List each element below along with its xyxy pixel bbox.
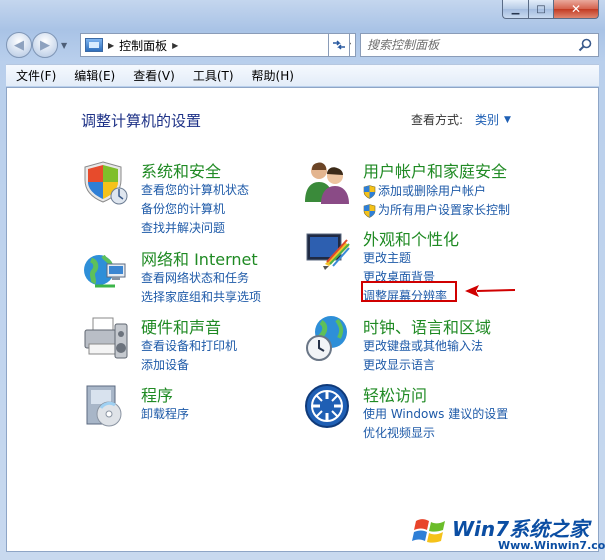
link-change-theme[interactable]: 更改主题 — [363, 250, 447, 269]
minimize-button[interactable]: ▁ — [502, 0, 528, 19]
window-frame: ▁ □ ✕ ◀ ▶ ▼ ▶ 控制面板 ▶ ▼ — [0, 0, 605, 560]
chevron-down-icon: ▼ — [504, 114, 511, 125]
link-windows-suggested-settings[interactable]: 使用 Windows 建议的设置 — [363, 406, 508, 425]
breadcrumb-control-panel[interactable]: 控制面板 — [119, 37, 167, 54]
uac-shield-icon — [363, 184, 376, 199]
menu-tools[interactable]: 工具(T) — [183, 67, 242, 84]
minimize-icon: ▁ — [511, 3, 520, 15]
control-panel-content: 调整计算机的设置 查看方式: 类别 ▼ 系统和安全 查看您的计算机状态 备份您的… — [6, 87, 599, 552]
link-add-remove-user[interactable]: 添加或删除用户帐户 — [363, 182, 510, 201]
refresh-icon — [333, 40, 345, 50]
view-by-dropdown[interactable]: 类别 ▼ — [475, 111, 511, 128]
back-arrow-icon: ◀ — [14, 37, 24, 53]
address-bar[interactable]: ▶ 控制面板 ▶ ▼ — [80, 33, 356, 57]
search-icon[interactable] — [578, 38, 592, 52]
category-title-network-internet[interactable]: 网络和 Internet — [141, 246, 258, 270]
category-title-programs[interactable]: 程序 — [141, 382, 173, 406]
category-title-clock-language-region[interactable]: 时钟、语言和区域 — [363, 314, 491, 338]
link-change-display-language[interactable]: 更改显示语言 — [363, 357, 483, 376]
ease-of-access-icon — [305, 384, 349, 428]
watermark: Win7系统之家 Www.Winwin7.com — [412, 509, 605, 557]
link-parental-controls[interactable]: 为所有用户设置家长控制 — [363, 201, 510, 220]
forward-button[interactable]: ▶ — [32, 32, 58, 58]
users-icon — [305, 162, 349, 204]
link-view-computer-status[interactable]: 查看您的计算机状态 — [141, 182, 249, 201]
appearance-icon — [306, 233, 350, 270]
breadcrumb-chevron-right-icon[interactable]: ▶ — [108, 41, 114, 50]
watermark-title: Win7系统之家 — [452, 517, 590, 541]
category-title-system-security[interactable]: 系统和安全 — [141, 158, 221, 182]
navigation-bar: ◀ ▶ ▼ ▶ 控制面板 ▶ ▼ — [6, 30, 599, 60]
link-add-remove-user-label: 添加或删除用户帐户 — [378, 184, 487, 198]
menu-view[interactable]: 查看(V) — [123, 67, 183, 84]
link-optimize-video-display[interactable]: 优化视频显示 — [363, 425, 508, 444]
view-by-value: 类别 — [475, 113, 500, 127]
link-devices-printers[interactable]: 查看设备和打印机 — [141, 338, 237, 357]
printer-icon — [84, 317, 128, 359]
maximize-icon: □ — [536, 3, 546, 15]
link-backup-computer[interactable]: 备份您的计算机 — [141, 201, 249, 220]
page-title: 调整计算机的设置 — [81, 112, 202, 130]
shield-icon — [84, 161, 128, 205]
search-box — [360, 33, 599, 57]
link-homegroup-sharing[interactable]: 选择家庭组和共享选项 — [141, 289, 261, 308]
view-by-label: 查看方式: — [411, 113, 464, 127]
category-title-user-accounts[interactable]: 用户帐户和家庭安全 — [363, 158, 507, 182]
category-title-appearance[interactable]: 外观和个性化 — [363, 226, 459, 250]
menu-edit[interactable]: 编辑(E) — [64, 67, 123, 84]
refresh-button[interactable] — [328, 33, 350, 57]
category-title-hardware-sound[interactable]: 硬件和声音 — [141, 314, 221, 338]
forward-arrow-icon: ▶ — [40, 37, 50, 53]
back-button[interactable]: ◀ — [6, 32, 32, 58]
clock-globe-icon — [306, 316, 347, 361]
link-troubleshoot[interactable]: 查找并解决问题 — [141, 220, 249, 239]
close-button[interactable]: ✕ — [554, 0, 599, 19]
maximize-button[interactable]: □ — [528, 0, 554, 19]
link-network-status-tasks[interactable]: 查看网络状态和任务 — [141, 270, 261, 289]
uac-shield-icon — [363, 203, 376, 218]
recent-pages-chevron-down-icon[interactable]: ▼ — [61, 41, 67, 50]
annotation-arrow-icon — [465, 285, 515, 297]
link-parental-controls-label: 为所有用户设置家长控制 — [378, 203, 511, 217]
menu-bar: 文件(F) 编辑(E) 查看(V) 工具(T) 帮助(H) — [6, 64, 599, 86]
breadcrumb-chevron-right-icon[interactable]: ▶ — [172, 41, 178, 50]
windows-logo-icon — [412, 519, 445, 543]
annotation-highlight-box — [361, 281, 457, 302]
caption-buttons: ▁ □ ✕ — [502, 0, 599, 19]
link-add-device[interactable]: 添加设备 — [141, 357, 237, 376]
category-title-ease-of-access[interactable]: 轻松访问 — [363, 382, 427, 406]
watermark-url: Www.Winwin7.com — [498, 539, 605, 552]
link-uninstall-program[interactable]: 卸载程序 — [141, 406, 189, 425]
programs-icon — [86, 385, 122, 427]
close-icon: ✕ — [570, 2, 582, 16]
menu-file[interactable]: 文件(F) — [6, 67, 64, 84]
menu-help[interactable]: 帮助(H) — [242, 67, 302, 84]
search-input[interactable] — [367, 38, 577, 52]
control-panel-icon — [85, 38, 103, 52]
network-icon — [84, 254, 126, 288]
link-change-keyboard-input[interactable]: 更改键盘或其他输入法 — [363, 338, 483, 357]
